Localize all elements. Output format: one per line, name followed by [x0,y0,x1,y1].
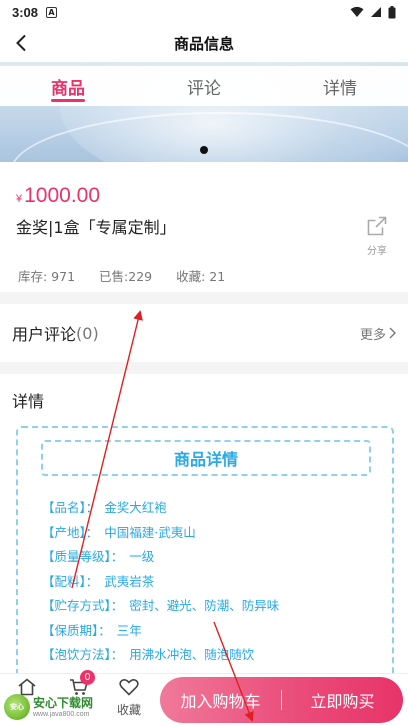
reviews-more-link[interactable]: 更多 [360,324,396,343]
back-button[interactable] [8,30,34,56]
reviews-section[interactable]: 用户评论 (0) 更多 [0,304,408,362]
watermark-text: 安心下载网 www.java800.com [33,697,93,718]
share-button[interactable]: 分享 [362,216,392,257]
details-heading: 详情 [12,392,45,411]
attribute-row: 【产地】： 中国福建·武夷山 [42,524,196,540]
favorite-label: 收藏 [116,703,141,717]
buy-now-button[interactable]: 立即购买 [282,688,403,712]
cart-count-badge: 0 [80,670,95,685]
attribute-row: 【质量等级】： 一级 [42,549,155,564]
purchase-buttons: 加入购物车 立即购买 [160,677,403,723]
attribute-list: 【品名】： 金奖大红袍 【产地】： 中国福建·武夷山 【质量等级】： 一级 【配料】：… [42,496,279,668]
chevron-left-icon [16,34,26,52]
stock-count: 库存: 971 [18,269,76,284]
tab-bar: 商品 评论 详情 [0,66,408,106]
reviews-count: (0) [76,323,99,343]
site-watermark: 安心 安心下载网 www.java800.com [4,692,114,722]
reviews-label: 用户评论 [12,325,77,344]
attribute-row: 【品名】： 金奖大红袍 [42,500,167,515]
favorite-count: 收藏: 21 [176,269,226,284]
page-title: 商品信息 [173,35,234,53]
section-divider [0,362,408,374]
carousel-indicator-dot[interactable] [200,146,208,154]
watermark-url: www.java800.com [33,710,90,718]
battery-icon [388,5,396,18]
tab-details[interactable]: 详情 [272,66,408,106]
nav-header: 商品信息 [0,24,408,62]
product-info: ¥1000.00 金奖|1盒「专属定制」 分享 库存: 971 已售:229 收… [0,162,408,292]
more-label: 更多 [359,327,386,343]
add-to-cart-button[interactable]: 加入购物车 [160,688,281,712]
attribute-row: 【贮存方式】： 密封、避光、防潮、防异味 [42,598,280,613]
share-icon [367,216,387,236]
price-currency: ¥ [16,193,23,205]
attribute-row: 【泡饮方法】： 用沸水冲泡、随泡随饮 [42,647,255,662]
chevron-right-icon [389,327,396,339]
attribute-row: 【保质期】： 三年 [42,622,142,638]
signal-icon [371,7,381,17]
product-price: ¥1000.00 [16,184,100,208]
sold-count: 已售:229 [99,269,153,284]
heart-icon [119,679,139,696]
detail-card-title: 商品详情 [41,440,371,476]
attribute-row: 【配料】： 武夷岩茶 [42,573,155,589]
product-stats: 库存: 971 已售:229 收藏: 21 [18,266,225,285]
status-time: 3:08 [12,4,39,20]
share-label: 分享 [367,246,387,257]
tab-reviews[interactable]: 评论 [136,66,272,106]
status-icons [350,5,396,19]
watermark-logo: 安心 [4,694,30,720]
status-bar: 3:08 A [0,0,408,24]
price-value: 1000.00 [24,184,101,207]
section-divider [0,292,408,304]
notification-icon: A [46,6,58,18]
app-root: 3:08 A 商品信息 商品 评论 详情 ¥1000.00 金奖|1盒「专属定制… [0,0,408,725]
tab-product[interactable]: 商品 [0,66,136,106]
product-name: 金奖|1盒「专属定制」 [16,218,176,237]
favorite-button[interactable]: 收藏 [114,678,144,718]
watermark-name: 安心下载网 [33,695,94,710]
wifi-icon [350,6,364,17]
